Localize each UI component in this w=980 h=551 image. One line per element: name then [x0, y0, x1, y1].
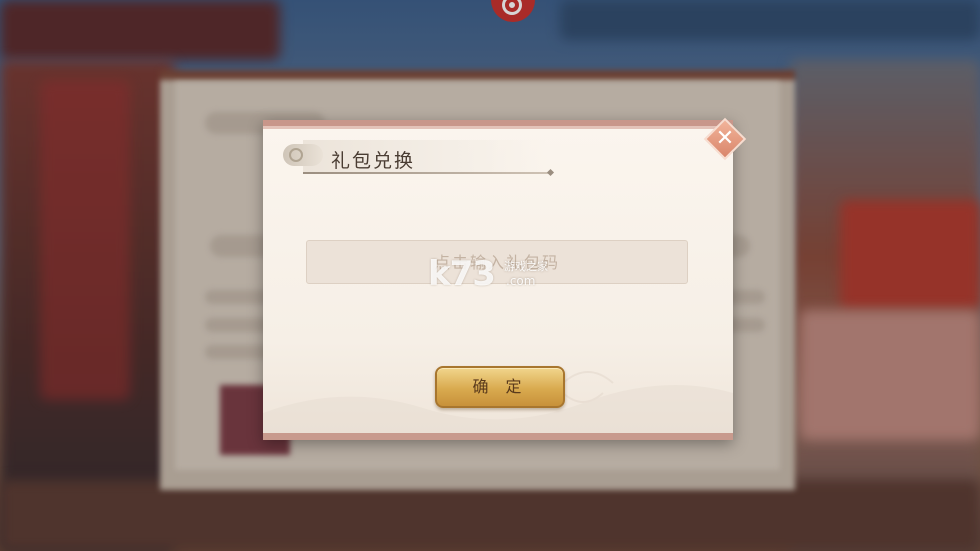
watermark-logo: k73	[428, 254, 496, 294]
gift-code-input[interactable]	[306, 240, 688, 284]
watermark-site-name: 游戏之家	[504, 260, 548, 273]
gift-code-dialog: 礼包兑换 ✕ 确 定	[263, 117, 747, 440]
confirm-button[interactable]: 确 定	[435, 366, 565, 408]
dialog-title: 礼包兑换	[331, 150, 416, 172]
watermark-domain: .com	[506, 274, 536, 288]
close-icon[interactable]: ✕	[710, 124, 740, 154]
site-watermark: k73 游戏之家 .com	[428, 254, 548, 294]
scroll-ornament-icon	[283, 144, 323, 166]
